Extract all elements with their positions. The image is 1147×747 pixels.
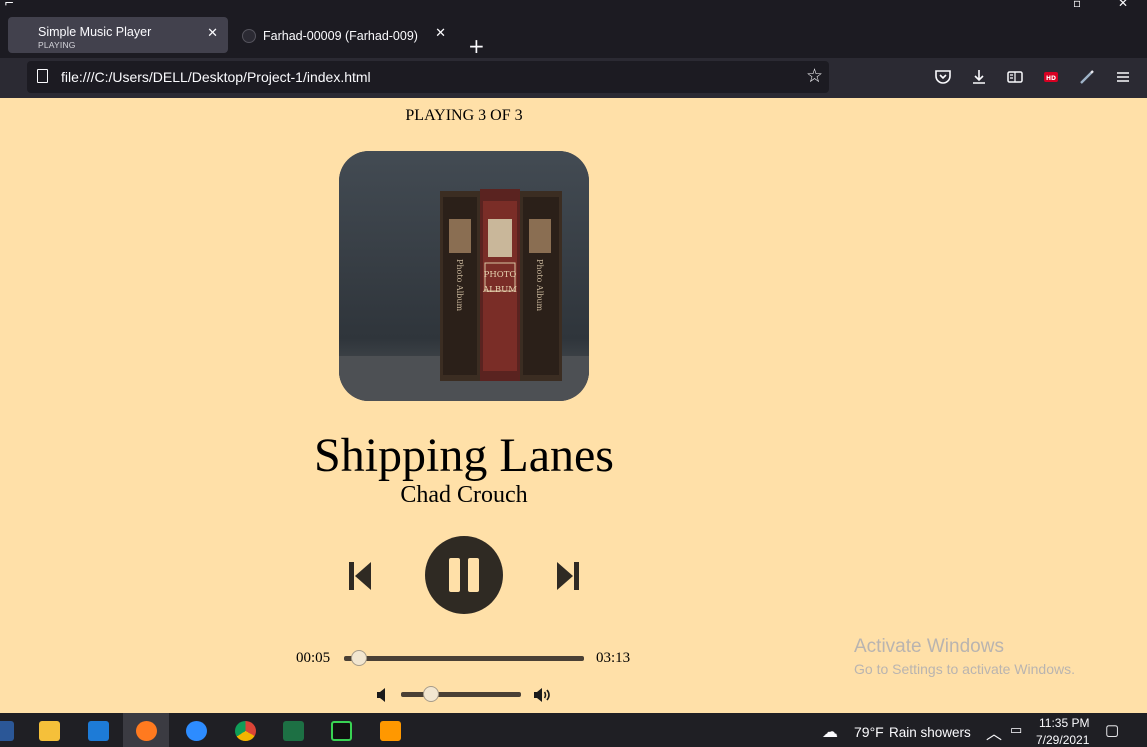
bookmark-star-icon[interactable]: ☆ — [806, 65, 823, 87]
artist-name: Chad Crouch — [400, 482, 528, 508]
song-title: Shipping Lanes — [314, 429, 614, 482]
taskbar-screen-capture[interactable] — [318, 713, 364, 747]
album-cover-art: PHOTO ALBUM Photo Album Photo Album — [339, 151, 589, 401]
tab-strip: Simple Music Player PLAYING ✕ Farhad-000… — [0, 14, 1147, 58]
next-track-button[interactable] — [556, 561, 580, 591]
seek-slider-thumb[interactable] — [351, 650, 368, 666]
weather-description[interactable]: Rain showers — [889, 725, 971, 740]
excel-icon — [283, 721, 304, 741]
pocket-icon[interactable] — [934, 68, 952, 86]
cover-spine-label: PHOTO — [484, 270, 517, 280]
firefox-icon — [136, 721, 157, 741]
mail-icon — [88, 721, 109, 741]
taskbar-mail[interactable] — [75, 713, 121, 747]
watermark-subtitle: Go to Settings to activate Windows. — [854, 661, 1075, 677]
previous-track-button[interactable] — [348, 561, 372, 591]
menu-icon[interactable] — [1114, 68, 1132, 86]
now-playing-status: PLAYING 3 OF 3 — [405, 107, 523, 124]
taskbar-sublime[interactable] — [367, 713, 413, 747]
window-titlebar: ⌐ ▫ ✕ — [0, 0, 1147, 14]
pause-button[interactable] — [425, 536, 503, 614]
volume-up-icon — [534, 688, 550, 702]
url-text[interactable]: file:///C:/Users/DELL/Desktop/Project-1/… — [61, 69, 371, 85]
total-duration: 03:13 — [596, 650, 631, 666]
taskbar-file-explorer[interactable] — [26, 713, 72, 747]
page-icon — [37, 69, 48, 83]
tab-github-profile[interactable]: Farhad-00009 (Farhad-009) ✕ — [236, 17, 456, 53]
windows-taskbar: ☁ 79°F Rain showers ︿ ▭ 11:35 PM 7/29/20… — [0, 713, 1147, 747]
tab-title: Simple Music Player — [38, 25, 152, 39]
show-hidden-icons-chevron-icon[interactable]: ︿ — [986, 720, 1002, 744]
taskbar-firefox[interactable] — [123, 713, 169, 747]
tab-title: Farhad-00009 (Farhad-009) — [263, 29, 418, 43]
seek-slider[interactable] — [344, 656, 584, 661]
close-tab-icon[interactable]: ✕ — [207, 27, 218, 41]
pen-extension-icon[interactable] — [1078, 68, 1096, 86]
reader-view-icon[interactable] — [1006, 68, 1024, 86]
github-icon — [242, 29, 256, 43]
new-tab-icon[interactable]: + — [468, 36, 485, 56]
address-bar[interactable]: file:///C:/Users/DELL/Desktop/Project-1/… — [27, 61, 829, 93]
svg-text:HD: HD — [1046, 75, 1056, 82]
tab-simple-music-player[interactable]: Simple Music Player PLAYING ✕ — [8, 17, 228, 53]
zoom-icon — [186, 721, 207, 741]
download-icon[interactable] — [970, 68, 988, 86]
taskbar-chrome[interactable] — [222, 713, 268, 747]
word-icon — [0, 721, 14, 741]
weather-temp[interactable]: 79°F — [854, 724, 884, 740]
clock-date[interactable]: 7/29/2021 — [1036, 733, 1089, 747]
skip-previous-icon — [349, 562, 371, 590]
volume-down-icon — [377, 688, 385, 702]
folder-icon — [39, 721, 60, 741]
close-tab-icon[interactable]: ✕ — [435, 27, 446, 41]
navigation-toolbar: file:///C:/Users/DELL/Desktop/Project-1/… — [0, 58, 1147, 98]
taskbar-excel[interactable] — [270, 713, 316, 747]
clock-time[interactable]: 11:35 PM — [1039, 716, 1089, 730]
sublime-text-icon — [380, 721, 401, 741]
window-menu-icon[interactable]: ⌐ — [4, 0, 14, 10]
hd-extension-icon[interactable]: HD — [1042, 68, 1060, 86]
battery-icon[interactable]: ▭ — [1010, 722, 1022, 738]
watermark-title: Activate Windows — [854, 636, 1004, 657]
cover-side-label-right: Photo Album — [535, 259, 544, 312]
activate-windows-watermark: Activate Windows Go to Settings to activ… — [854, 636, 1075, 677]
tab-playing-indicator: PLAYING — [38, 40, 76, 50]
volume-slider[interactable] — [401, 692, 521, 697]
current-time: 00:05 — [296, 650, 331, 666]
chrome-icon — [235, 721, 256, 741]
skip-next-icon — [557, 562, 579, 590]
capture-icon — [331, 721, 352, 741]
cover-side-label-left: Photo Album — [455, 259, 464, 312]
weather-icon[interactable]: ☁ — [822, 722, 838, 742]
volume-slider-thumb[interactable] — [423, 686, 439, 702]
taskbar-word-app[interactable] — [0, 713, 26, 747]
close-window-icon[interactable]: ✕ — [1118, 0, 1128, 10]
restore-window-icon[interactable]: ▫ — [1073, 0, 1081, 10]
notifications-icon[interactable]: ▢ — [1105, 721, 1119, 739]
cover-spine-label-2: ALBUM — [482, 285, 517, 295]
taskbar-zoom[interactable] — [173, 713, 219, 747]
